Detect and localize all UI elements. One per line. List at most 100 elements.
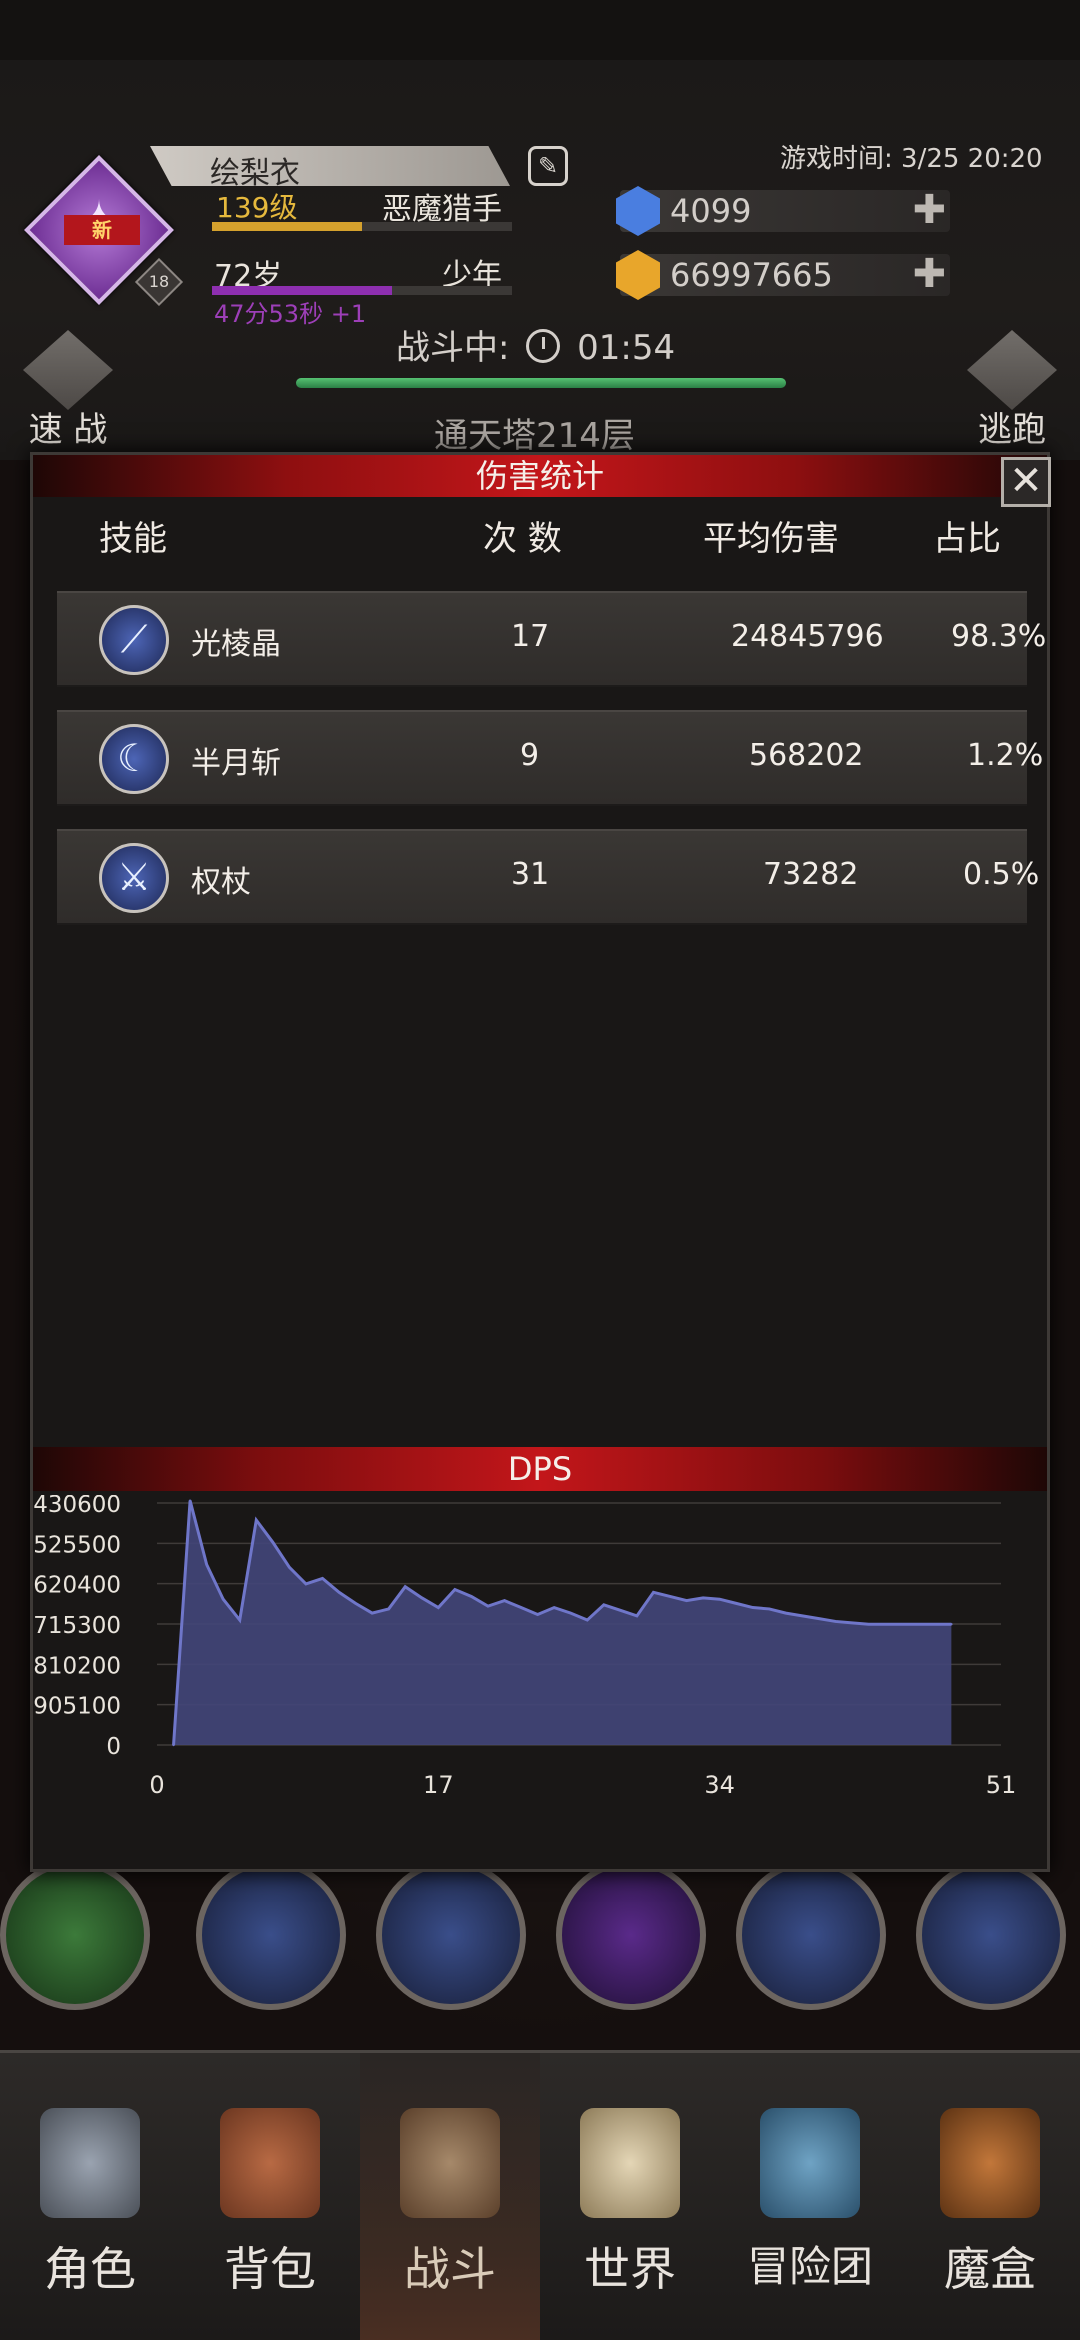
dps-point [221, 1598, 225, 1601]
nav-battle[interactable]: 战斗 [360, 2053, 540, 2340]
dps-point [437, 1606, 440, 1609]
close-button[interactable]: ✕ [1001, 457, 1051, 507]
add-gold-button[interactable]: ✚ [912, 252, 946, 296]
dps-point [784, 1611, 788, 1615]
dps-point [172, 1743, 175, 1747]
skill-share: 98.3% [951, 619, 1047, 654]
dps-title-bar: DPS [33, 1447, 1047, 1491]
nav-label: 角色 [44, 2242, 136, 2296]
clock-icon [526, 329, 561, 363]
skill-slot-5-icon[interactable] [736, 1860, 886, 2010]
dps-point [850, 1621, 854, 1625]
scepter-icon: ⚔ [99, 843, 169, 913]
battle-status-label: 战斗中: [396, 328, 510, 368]
scroll-icon [580, 2108, 680, 2218]
x-tick-label: 51 [986, 1771, 1017, 1799]
skill-avg-damage: 73282 [763, 857, 859, 892]
dps-point [685, 1599, 688, 1602]
dps-point [933, 1623, 937, 1626]
battle-timer: 01:54 [577, 328, 676, 368]
dps-point [602, 1603, 606, 1606]
nav-label: 世界 [584, 2242, 676, 2296]
nav-adventure-group[interactable]: 冒险团 [720, 2053, 900, 2340]
gem-amount: 4099 [670, 192, 752, 230]
skill-share: 1.2% [967, 738, 1044, 773]
dps-point [503, 1599, 506, 1602]
dps-point [619, 1609, 622, 1612]
level-progress-bar [212, 222, 512, 231]
sword-icon [23, 330, 113, 410]
skill-slot-6-icon[interactable] [916, 1860, 1066, 2010]
backpack-icon [220, 2108, 320, 2218]
skill-slot-1-icon[interactable] [0, 1860, 150, 2010]
nav-label: 冒险团 [746, 2242, 873, 2291]
dps-point [668, 1595, 672, 1598]
cross-icon [967, 330, 1057, 410]
y-tick-label: 5810200 [33, 1653, 121, 1679]
bottom-nav: 角色 背包 战斗 世界 冒险团 魔盒 [0, 2050, 1080, 2340]
damage-stats-modal: 伤害统计 ✕ 技能 次 数 平均伤害 占比 ⟋ 光棱晶 17 24845796 … [30, 452, 1051, 1872]
blue-gem-icon [616, 186, 660, 236]
dps-point [354, 1602, 357, 1605]
dps-point [337, 1591, 341, 1594]
player-level: 139级 [216, 191, 298, 224]
dps-point [404, 1585, 407, 1588]
skill-row[interactable]: ⚔ 权杖 31 73282 0.5% [57, 829, 1039, 925]
x-tick-label: 17 [423, 1771, 454, 1799]
skill-row[interactable]: ☾ 半月斩 9 568202 1.2% [57, 710, 1043, 806]
escape-button[interactable]: 逃跑 [952, 330, 1072, 451]
nav-character[interactable]: 角色 [0, 2053, 180, 2340]
speed-battle-button[interactable]: 速 战 [8, 330, 128, 451]
y-tick-label: 8715300 [33, 1613, 121, 1639]
nav-label: 魔盒 [944, 2242, 1036, 2296]
skill-slot-4-icon[interactable] [556, 1860, 706, 2010]
dps-title: DPS [507, 1450, 573, 1488]
dps-point [917, 1623, 920, 1626]
dps-point [652, 1591, 655, 1594]
column-avg-damage: 平均伤害 [703, 519, 839, 559]
nav-world[interactable]: 世界 [540, 2053, 720, 2340]
crescent-moon-icon: ☾ [99, 724, 169, 794]
player-avatar[interactable]: ✦ 新 18 [24, 155, 184, 307]
skill-name: 权杖 [191, 865, 251, 900]
tower-floor: 通天塔214层 [434, 416, 635, 456]
y-tick-label: 0 [106, 1734, 121, 1760]
dps-point [470, 1595, 473, 1598]
skill-slot-2-icon[interactable] [196, 1860, 346, 2010]
dps-point [255, 1518, 258, 1522]
add-gem-button[interactable]: ✚ [912, 188, 946, 232]
nav-magic-box[interactable]: 魔盒 [900, 2053, 1080, 2340]
battle-status: 战斗中: 01:54 [396, 320, 675, 369]
dps-point [635, 1614, 639, 1618]
dps-point [900, 1623, 903, 1626]
avatar-level-value: 18 [148, 272, 170, 291]
modal-title-bar: 伤害统计 [33, 455, 1047, 497]
dps-point [370, 1611, 374, 1615]
y-tick-label: 2905100 [33, 1694, 121, 1720]
edit-icon[interactable]: ✎ [528, 146, 568, 186]
dps-point [867, 1623, 870, 1626]
column-share: 占比 [933, 519, 1001, 559]
skill-count: 31 [511, 857, 550, 892]
nav-backpack[interactable]: 背包 [180, 2053, 360, 2340]
skill-row[interactable]: ⟋ 光棱晶 17 24845796 98.3% [57, 591, 1046, 687]
dps-point [304, 1582, 308, 1586]
dps-point [735, 1602, 738, 1605]
dps-point [271, 1541, 275, 1544]
y-tick-label: 17430600 [33, 1495, 121, 1518]
dps-point [834, 1620, 837, 1623]
gold-coin-icon [616, 250, 660, 300]
modal-title: 伤害统计 [475, 457, 604, 495]
x-tick-label: 0 [149, 1771, 164, 1799]
dps-point [420, 1596, 423, 1600]
dps-point [883, 1623, 887, 1626]
gold-currency: 66997665 ✚ [616, 250, 950, 300]
dps-point [188, 1499, 192, 1502]
dps-point [453, 1588, 457, 1591]
dps-point [950, 1623, 953, 1626]
sword-slash-icon: ⟋ [99, 605, 169, 675]
helmet-icon [40, 2108, 140, 2218]
skill-slot-3-icon[interactable] [376, 1860, 526, 2010]
skill-avg-damage: 24845796 [731, 619, 884, 654]
dps-point [238, 1618, 241, 1622]
